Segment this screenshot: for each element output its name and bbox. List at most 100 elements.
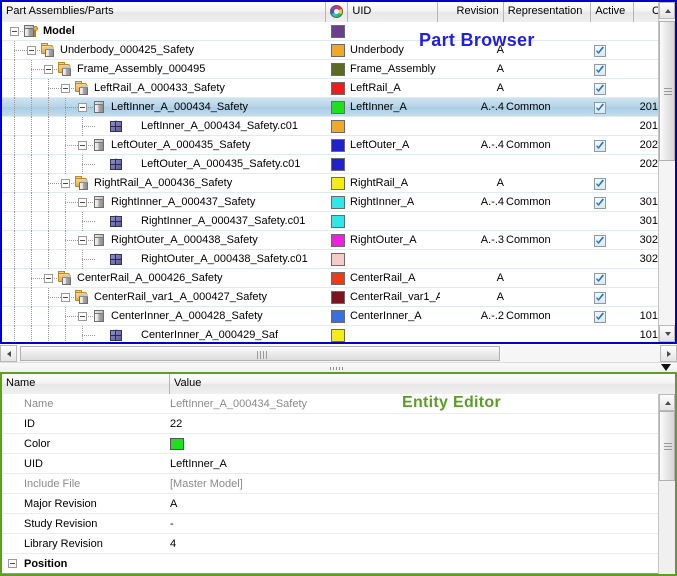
- property-value[interactable]: 4: [170, 534, 176, 554]
- collapse-down-arrow-icon[interactable]: [661, 364, 671, 371]
- color-cell[interactable]: [328, 79, 350, 98]
- property-row[interactable]: Major Revision A: [2, 494, 658, 514]
- color-cell[interactable]: [328, 22, 350, 41]
- column-header-revision[interactable]: Revision: [438, 2, 504, 22]
- column-header-tree[interactable]: Part Assemblies/Parts: [2, 2, 327, 22]
- color-cell[interactable]: [328, 326, 350, 342]
- tree-cell[interactable]: LeftOuter_A_000435_Safety.c01: [2, 155, 328, 174]
- property-value[interactable]: -: [170, 514, 174, 534]
- tree-cell[interactable]: RightInner_A_000437_Safety: [2, 193, 328, 212]
- column-header-color[interactable]: [326, 2, 349, 22]
- scroll-left-button[interactable]: [0, 345, 17, 362]
- tree-expander[interactable]: [27, 46, 36, 55]
- color-cell[interactable]: [328, 155, 350, 174]
- part-browser-row[interactable]: LeftInner_A_000434_Safety LeftInner_A A.-.…: [2, 98, 675, 117]
- scrollbar-thumb[interactable]: [659, 21, 675, 161]
- tree-cell[interactable]: LeftInner_A_000434_Safety.c01: [2, 117, 328, 136]
- color-cell[interactable]: [328, 193, 350, 212]
- color-cell[interactable]: [328, 41, 350, 60]
- part-browser-row[interactable]: CenterInner_A_000428_Safety CenterInner_A…: [2, 307, 675, 326]
- tree-cell[interactable]: RightInner_A_000437_Safety.c01: [2, 212, 328, 231]
- part-browser-tree[interactable]: Model Underbody_000425_Safety Underbody A Fr…: [2, 22, 675, 342]
- part-browser-row[interactable]: RightOuter_A_000438_Safety.c01 302: [2, 250, 675, 269]
- color-cell[interactable]: [328, 136, 350, 155]
- tree-cell[interactable]: RightOuter_A_000438_Safety.c01: [2, 250, 328, 269]
- tree-cell[interactable]: LeftRail_A_000433_Safety: [2, 79, 328, 98]
- part-browser-row[interactable]: Underbody_000425_Safety Underbody A: [2, 41, 675, 60]
- scroll-right-button[interactable]: [660, 345, 677, 362]
- tree-cell[interactable]: Underbody_000425_Safety: [2, 41, 328, 60]
- part-browser-row[interactable]: RightOuter_A_000438_Safety RightOuter_A A.…: [2, 231, 675, 250]
- property-row[interactable]: UID LeftInner_A: [2, 454, 658, 474]
- tree-cell[interactable]: CenterInner_A_000428_Safety: [2, 307, 328, 326]
- tree-expander[interactable]: [78, 236, 87, 245]
- part-browser-vertical-scrollbar[interactable]: [658, 2, 675, 342]
- tree-expander[interactable]: [78, 312, 87, 321]
- property-row[interactable]: Include File [Master Model]: [2, 474, 658, 494]
- part-browser-row[interactable]: RightRail_A_000436_Safety RightRail_A A: [2, 174, 675, 193]
- part-browser-row[interactable]: Model: [2, 22, 675, 41]
- tree-cell[interactable]: LeftInner_A_000434_Safety: [2, 98, 328, 117]
- column-header-uid[interactable]: UID: [348, 2, 438, 22]
- entity-editor-vertical-scrollbar[interactable]: [658, 394, 675, 574]
- property-row[interactable]: Color: [2, 434, 658, 454]
- scroll-down-button[interactable]: [659, 325, 675, 342]
- property-value[interactable]: 22: [170, 414, 182, 434]
- part-browser-row[interactable]: LeftOuter_A_000435_Safety.c01 202: [2, 155, 675, 174]
- tree-cell[interactable]: RightOuter_A_000438_Safety: [2, 231, 328, 250]
- property-value[interactable]: LeftInner_A_000434_Safety: [170, 394, 307, 414]
- part-browser-row[interactable]: RightInner_A_000437_Safety RightInner_A A.…: [2, 193, 675, 212]
- color-cell[interactable]: [328, 212, 350, 231]
- tree-expander[interactable]: [44, 65, 53, 74]
- tree-expander[interactable]: [78, 141, 87, 150]
- column-header-representation[interactable]: Representation: [503, 2, 592, 22]
- part-browser-row[interactable]: RightInner_A_000437_Safety.c01 301: [2, 212, 675, 231]
- scrollbar-thumb[interactable]: [659, 411, 675, 481]
- property-group-row[interactable]: Position: [2, 554, 658, 574]
- color-cell[interactable]: [328, 288, 350, 307]
- part-browser-row[interactable]: CenterInner_A_000429_Saf 101: [2, 326, 675, 342]
- color-cell[interactable]: [328, 269, 350, 288]
- tree-cell[interactable]: Model: [2, 22, 328, 41]
- tree-expander[interactable]: [78, 198, 87, 207]
- tree-cell[interactable]: Frame_Assembly_000495: [2, 60, 328, 79]
- tree-expander[interactable]: [61, 84, 70, 93]
- part-browser-row[interactable]: Frame_Assembly_000495 Frame_Assembly A: [2, 60, 675, 79]
- entity-editor-property-list[interactable]: Name LeftInner_A_000434_Safety ID 22 Color UI…: [2, 394, 658, 574]
- property-row[interactable]: Study Revision -: [2, 514, 658, 534]
- tree-expander[interactable]: [10, 27, 19, 36]
- part-browser-row[interactable]: LeftOuter_A_000435_Safety LeftOuter_A A.-.…: [2, 136, 675, 155]
- property-row[interactable]: ID 22: [2, 414, 658, 434]
- tree-expander[interactable]: [61, 179, 70, 188]
- scroll-up-button[interactable]: [659, 394, 675, 411]
- part-browser-row[interactable]: LeftInner_A_000434_Safety.c01 201: [2, 117, 675, 136]
- column-header-name[interactable]: Name: [2, 374, 170, 394]
- property-row[interactable]: Name LeftInner_A_000434_Safety: [2, 394, 658, 414]
- part-browser-horizontal-scrollbar[interactable]: [0, 345, 677, 362]
- tree-cell[interactable]: LeftOuter_A_000435_Safety: [2, 136, 328, 155]
- property-row[interactable]: Library Revision 4: [2, 534, 658, 554]
- color-cell[interactable]: [328, 250, 350, 269]
- part-browser-row[interactable]: CenterRail_var1_A_000427_Safety CenterRai…: [2, 288, 675, 307]
- tree-cell[interactable]: CenterRail_A_000426_Safety: [2, 269, 328, 288]
- column-header-value[interactable]: Value: [170, 374, 675, 394]
- scroll-up-button[interactable]: [659, 2, 675, 19]
- part-browser-row[interactable]: CenterRail_A_000426_Safety CenterRail_A A: [2, 269, 675, 288]
- property-value[interactable]: LeftInner_A: [170, 454, 227, 474]
- color-cell[interactable]: [328, 307, 350, 326]
- color-cell[interactable]: [328, 231, 350, 250]
- property-value[interactable]: [Master Model]: [170, 474, 243, 494]
- color-cell[interactable]: [328, 174, 350, 193]
- tree-cell[interactable]: CenterInner_A_000429_Saf: [2, 326, 328, 342]
- tree-expander[interactable]: [78, 103, 87, 112]
- hscroll-thumb[interactable]: [20, 346, 500, 361]
- column-header-active[interactable]: Active: [591, 2, 635, 22]
- color-cell[interactable]: [328, 60, 350, 79]
- tree-expander[interactable]: [61, 293, 70, 302]
- tree-cell[interactable]: RightRail_A_000436_Safety: [2, 174, 328, 193]
- tree-cell[interactable]: CenterRail_var1_A_000427_Safety: [2, 288, 328, 307]
- part-browser-row[interactable]: LeftRail_A_000433_Safety LeftRail_A A: [2, 79, 675, 98]
- color-cell[interactable]: [328, 117, 350, 136]
- property-value[interactable]: A: [170, 494, 177, 514]
- tree-expander[interactable]: [44, 274, 53, 283]
